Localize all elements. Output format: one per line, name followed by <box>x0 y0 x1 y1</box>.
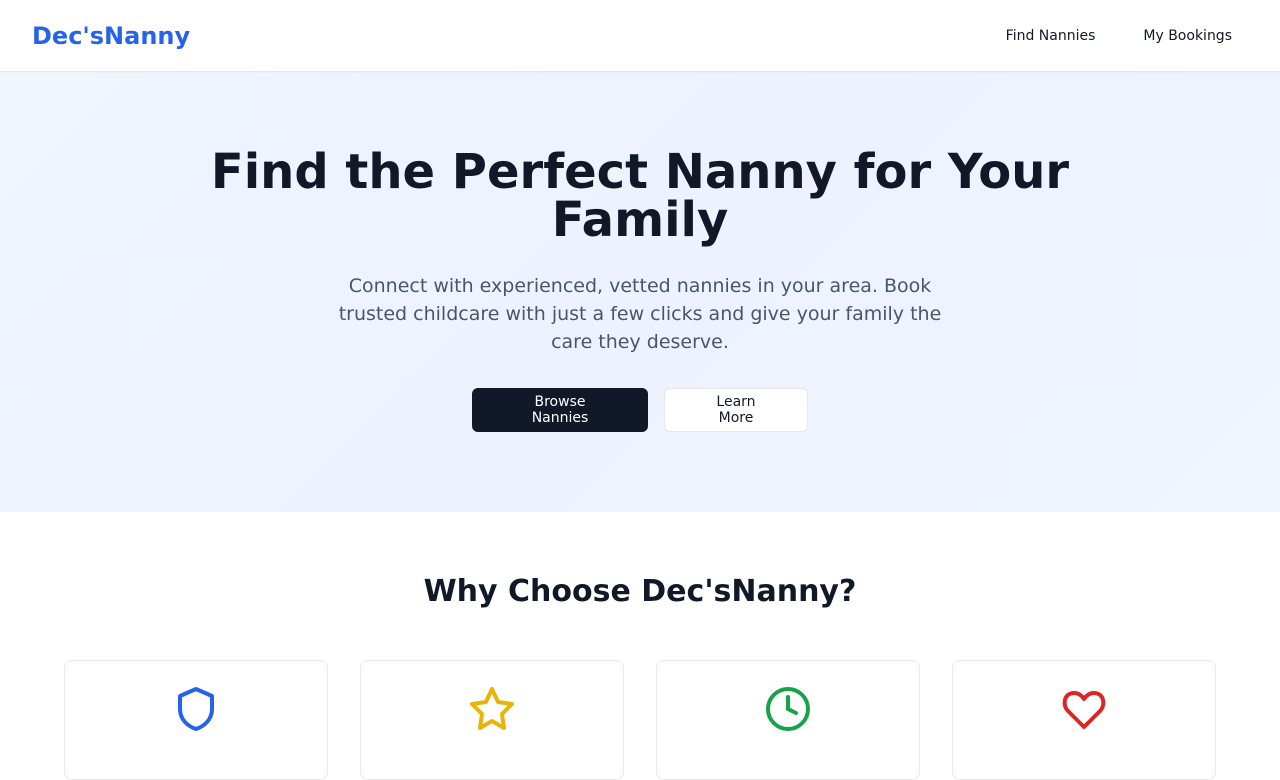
nav-my-bookings[interactable]: My Bookings <box>1127 18 1248 54</box>
nav-find-nannies[interactable]: Find Nannies <box>990 18 1112 54</box>
features-grid <box>64 660 1216 780</box>
hero-title: Find the Perfect Nanny for Your Family <box>210 144 1070 248</box>
hero-section: Find the Perfect Nanny for Your Family C… <box>0 72 1280 512</box>
star-icon <box>468 685 516 733</box>
brand-logo-link[interactable]: Dec'sNanny <box>32 22 190 50</box>
top-navbar: Dec'sNanny Find Nannies My Bookings <box>0 0 1280 72</box>
shield-icon <box>172 685 220 733</box>
feature-card-safety <box>64 660 328 780</box>
feature-card-flexible <box>656 660 920 780</box>
heart-icon <box>1060 685 1108 733</box>
browse-nannies-button[interactable]: Browse Nannies <box>472 388 648 432</box>
feature-card-care <box>952 660 1216 780</box>
main-nav: Find Nannies My Bookings <box>990 18 1248 54</box>
hero-subtitle: Connect with experienced, vetted nannies… <box>338 275 942 353</box>
feature-card-quality <box>360 660 624 780</box>
clock-icon <box>764 685 812 733</box>
learn-more-button[interactable]: Learn More <box>664 388 808 432</box>
features-title: Why Choose Dec'sNanny? <box>423 574 857 609</box>
hero-actions: Browse Nannies Learn More <box>0 388 1280 432</box>
